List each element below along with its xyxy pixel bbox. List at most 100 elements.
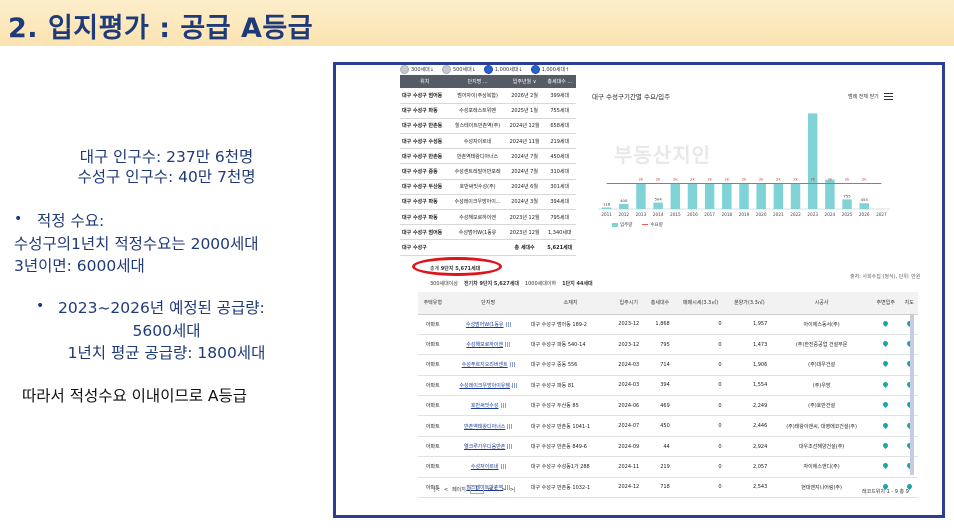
list-header[interactable]: 지도: [900, 292, 918, 315]
map-pin-icon[interactable]: [882, 319, 890, 327]
map-pin-icon[interactable]: [882, 360, 890, 368]
nearby-move-in-cell[interactable]: [870, 436, 901, 458]
complex-name-link[interactable]: 수성푸르지오리버센트: [447, 354, 529, 376]
pager-last-button[interactable]: >|: [510, 487, 516, 493]
chart-bar-2019[interactable]: [739, 183, 749, 210]
nearby-move-in-cell[interactable]: [870, 375, 901, 397]
grid-icon[interactable]: [505, 321, 511, 327]
grid-icon[interactable]: [507, 444, 513, 450]
chart-bar-2016[interactable]: [687, 183, 698, 210]
supply-row[interactable]: 대구 수성구 범어동 수성범어W(1동유 2023년 12월 1,340세대: [400, 224, 576, 241]
list-header[interactable]: 주택유형: [418, 292, 448, 315]
chart-bar-2013[interactable]: [636, 183, 646, 210]
nearby-move-in-cell[interactable]: [870, 395, 901, 417]
grid-icon[interactable]: [509, 362, 515, 368]
list-header[interactable]: 단지명: [447, 292, 529, 315]
grid-icon[interactable]: [505, 342, 511, 348]
complex-name-link[interactable]: 수성레이크우방아이유쉘: [447, 375, 529, 397]
list-row[interactable]: 아파트 수성해모로하이엔 대구 수성구 파동 540-14 2023-12 795 0 1,…: [418, 334, 918, 356]
map-pin-icon[interactable]: [882, 441, 890, 450]
nearby-move-in-cell[interactable]: [870, 314, 901, 335]
chart-bar-2024[interactable]: [825, 179, 835, 209]
supply-row[interactable]: 대구 수성구 두산동 호반써밋수성(주) 2024년 6월 301세대: [400, 179, 576, 195]
pager-page-input[interactable]: 1: [469, 485, 484, 494]
list-row[interactable]: 아파트 수성범어W(1동유 대구 수성구 범어동 189-2 2023-12 1,868…: [418, 314, 918, 335]
complex-list-table: 주택유형 단지명 소재지 입주시기 총세대수 매매시세(3.3㎡) 분양가(3.3㎡) 시공사…: [418, 292, 918, 499]
supply-row[interactable]: 대구 수성구 파동 수성해모로하이엔 2023년 12월 795세대: [400, 209, 576, 226]
nearby-move-in-cell[interactable]: [870, 456, 901, 478]
tab-300-above[interactable]: 300세대이상: [430, 280, 458, 287]
complex-name-link[interactable]: 수성해모로하이엔: [447, 334, 529, 356]
chart-bar-2021[interactable]: [773, 183, 784, 210]
supply-header-units[interactable]: 총세대수 ...: [543, 75, 576, 88]
supply-row[interactable]: 대구 수성구 파동 수성포레스트위벤 2025년 1월 755세대: [400, 103, 576, 119]
list-cell: 2023-12: [612, 334, 646, 356]
complex-name-link[interactable]: 만촌역태왕디아너스: [447, 415, 529, 437]
grid-icon[interactable]: [500, 403, 506, 409]
list-header[interactable]: 매매시세(3.3㎡): [674, 292, 727, 315]
legend-close-all-button[interactable]: 범례 전체 닫기: [848, 93, 879, 100]
supply-row[interactable]: 대구 수성구 만촌동 힐스테이트만촌역(주) 2024년 12월 658세대: [400, 118, 576, 135]
list-header[interactable]: 분양가(3.3㎡): [726, 292, 773, 315]
chart-bar-2014[interactable]: [653, 202, 663, 209]
map-pin-icon[interactable]: [882, 462, 890, 470]
supply-row[interactable]: 대구 수성구 중동 수성센트레빌어반포레 2024년 7월 310세대: [400, 163, 576, 180]
complex-name-link[interactable]: 엘크루가우디움만촌: [447, 436, 529, 458]
chart-bar-2026[interactable]: [859, 203, 869, 209]
chart-bar-2017[interactable]: [704, 183, 715, 210]
map-pin-icon[interactable]: [882, 401, 890, 409]
map-pin-icon[interactable]: [882, 380, 890, 388]
list-row[interactable]: 아파트 수성레이크우방아이유쉘 대구 수성구 파동 81 2024-03 394 0 1,5…: [418, 375, 918, 397]
chart-bar-2022[interactable]: [790, 183, 801, 210]
grid-icon[interactable]: [512, 382, 517, 388]
chart-bar-2012[interactable]: [619, 203, 629, 209]
supply-row[interactable]: 대구 수성구 파동 수성레이크우방아이... 2024년 3월 394세대: [400, 194, 576, 211]
chart-bar-2015[interactable]: [670, 183, 681, 210]
tab-1000-below[interactable]: 1000세대이하: [525, 280, 556, 287]
pager-prev-button[interactable]: <: [444, 487, 448, 493]
pager-first-button[interactable]: |<: [434, 487, 440, 493]
chart-bar-2025[interactable]: [842, 199, 852, 209]
nearby-move-in-cell[interactable]: [870, 334, 901, 356]
chart-bar-2023[interactable]: [807, 113, 818, 209]
complex-name-link[interactable]: 수성자이르네: [447, 456, 529, 478]
map-pin-icon[interactable]: [882, 421, 890, 429]
grid-icon[interactable]: [507, 423, 513, 429]
chart-bar-2020[interactable]: [756, 183, 766, 210]
tab-all-complexes[interactable]: 전기차 9단지 5,627세대: [464, 280, 519, 287]
list-header[interactable]: 시공사: [772, 292, 871, 315]
supply-row[interactable]: 대구 수성구 수성동 수성자이르네 2024년 11월 219세대: [400, 133, 576, 150]
supply-row[interactable]: 대구 수성구 만촌동 만촌역태왕디아너스 2024년 7월 450세대: [400, 148, 576, 165]
list-row[interactable]: 아파트 엘크루가우디움만촌 대구 수성구 만촌동 849-6 2024-09 44 0 2,…: [418, 436, 918, 458]
list-row[interactable]: 아파트 수성자이르네 대구 수성구 수성동1가 288 2024-11 219 0 2,05…: [418, 456, 918, 478]
nearby-move-in-cell[interactable]: [870, 415, 901, 437]
list-row[interactable]: 아파트 호반써밋수성 대구 수성구 두산동 85 2024-06 469 0 2,249 (주…: [418, 395, 918, 417]
supply-header-location[interactable]: 위치: [400, 75, 450, 88]
list-header[interactable]: 입주시기: [612, 292, 646, 315]
grid-icon[interactable]: [500, 464, 506, 470]
list-row[interactable]: 아파트 만촌역태왕디아너스 대구 수성구 만촌동 1041-1 2024-07 450 0…: [418, 415, 918, 437]
nearby-move-in-cell[interactable]: [870, 354, 901, 376]
map-pin-icon[interactable]: [882, 340, 890, 348]
list-header[interactable]: 소재지: [528, 292, 613, 315]
list-header[interactable]: 총세대수: [645, 292, 675, 315]
list-row[interactable]: 아파트 수성푸르지오리버센트 대구 수성구 중동 556 2024-03 714 0 1,9…: [418, 354, 918, 376]
list-cell: 2,249: [726, 395, 773, 417]
pager-next-button[interactable]: >: [501, 487, 505, 493]
hamburger-menu-icon[interactable]: [884, 93, 893, 100]
complex-name-link[interactable]: 호반써밋수성: [447, 395, 529, 417]
chart-bar-2018[interactable]: [722, 183, 732, 210]
complex-name-link[interactable]: 수성범어W(1동유: [447, 314, 529, 335]
legend-item-supply[interactable]: 입주량: [612, 222, 632, 228]
x-tick-label-2022: 2022: [790, 212, 801, 217]
chart-bar-2011[interactable]: [601, 207, 612, 209]
supply-header-date[interactable]: 입주년월 ∨: [505, 75, 544, 88]
table-scrollbar[interactable]: [910, 315, 914, 475]
supply-cell: 대구 수성구 수성동: [400, 133, 450, 150]
legend-item-demand[interactable]: 수요량: [642, 222, 663, 228]
list-header[interactable]: 주변입주: [870, 292, 901, 315]
tab-1-complex[interactable]: 1단지 44세대: [562, 280, 593, 287]
supply-header-complex[interactable]: 단지명 ...: [449, 75, 506, 88]
supply-row[interactable]: 대구 수성구 범어동 범어자이(주상복합) 2026년 2월 399세대: [400, 88, 576, 104]
x-tick-label-2018: 2018: [721, 212, 732, 217]
